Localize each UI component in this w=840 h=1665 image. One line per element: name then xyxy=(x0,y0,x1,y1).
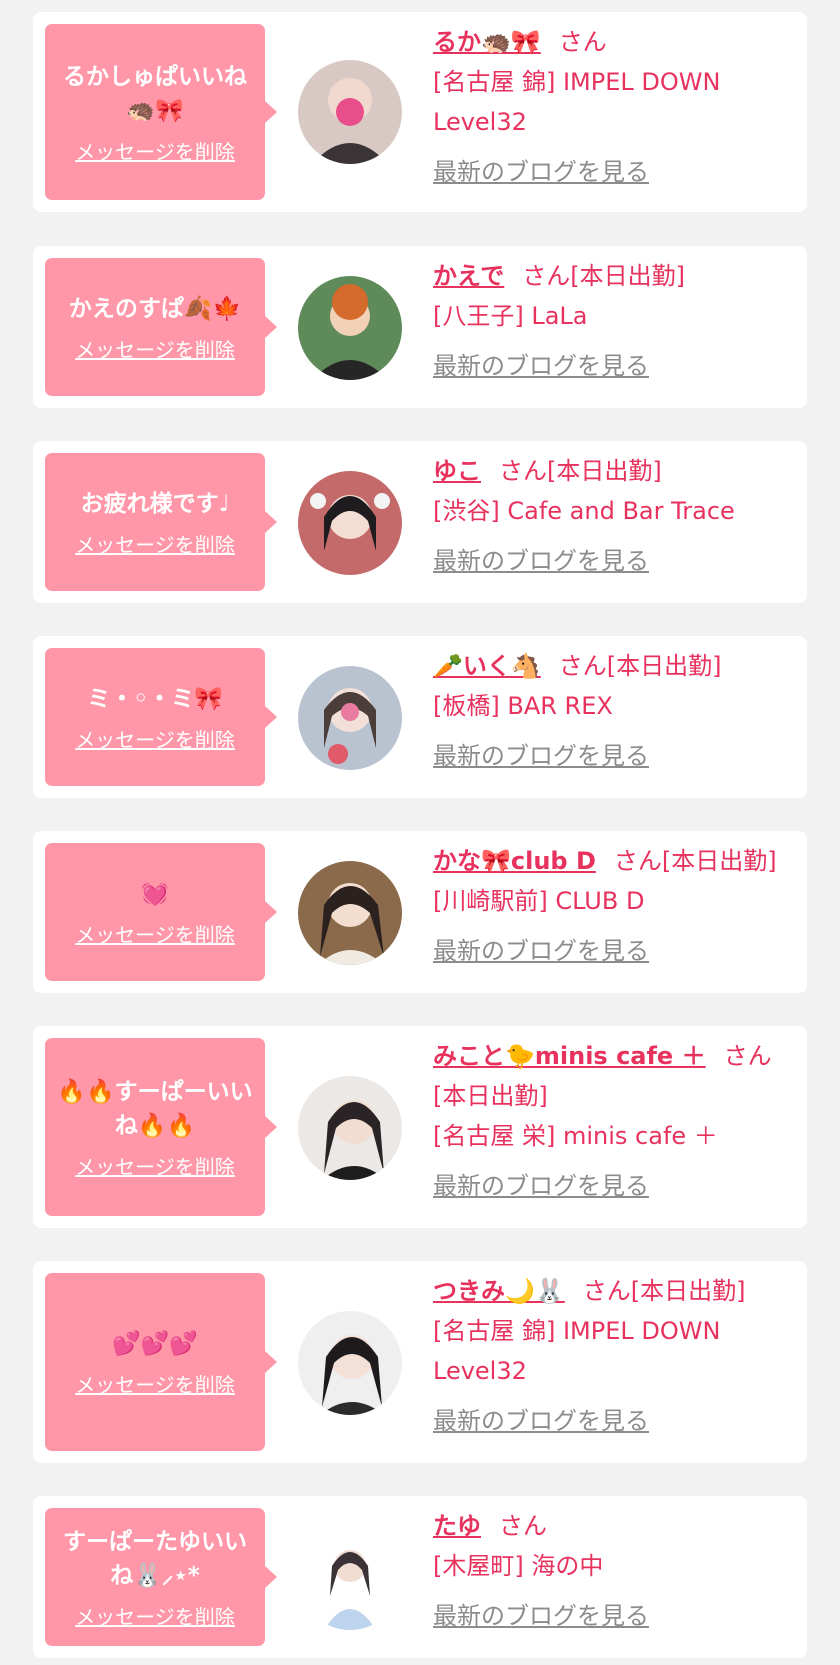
shop-name: [渋谷] Cafe and Bar Trace xyxy=(433,497,735,525)
message-bubble: るかしゅぱいいね🦔🎀 メッセージを削除 xyxy=(45,24,277,200)
message-card: るかしゅぱいいね🦔🎀 メッセージを削除 るか🦔🎀 さん [名古屋 錦] IMPEL… xyxy=(33,12,807,212)
name-suffix: さん[本日出勤] xyxy=(558,652,722,680)
cast-name-link[interactable]: みこと🐤minis cafe ＋ xyxy=(433,1042,706,1070)
message-text: お疲れ様です♩ xyxy=(80,490,230,517)
message-text: 💕💕💕 xyxy=(112,1330,198,1357)
message-text: 💓 xyxy=(140,880,170,907)
message-card: すーぱーたゆいいね🐰⸝⋆* メッセージを削除 たゆ さん [木屋町] 海の中 最新… xyxy=(33,1496,807,1658)
message-bubble: 💓 メッセージを削除 xyxy=(45,843,277,981)
view-blog-link[interactable]: 最新のブログを見る xyxy=(433,1401,797,1441)
entry-info: つきみ🌙🐰 さん[本日出勤] [名古屋 錦] IMPEL DOWN Level32… xyxy=(433,1271,797,1441)
delete-message-link[interactable]: メッセージを削除 xyxy=(75,1369,235,1398)
avatar[interactable] xyxy=(298,1526,402,1630)
entry-info: 🥕いく🐴 さん[本日出勤] [板橋] BAR REX 最新のブログを見る xyxy=(433,646,797,776)
name-suffix: さん[本日出勤] xyxy=(499,457,662,485)
avatar[interactable] xyxy=(298,1076,402,1180)
view-blog-link[interactable]: 最新のブログを見る xyxy=(433,1166,797,1206)
avatar[interactable] xyxy=(298,861,402,965)
message-text: かえのすぱ🍂🍁 xyxy=(68,295,242,322)
view-blog-link[interactable]: 最新のブログを見る xyxy=(433,736,797,776)
view-blog-link[interactable]: 最新のブログを見る xyxy=(433,541,797,581)
shop-name: [名古屋 錦] IMPEL DOWN Level32 xyxy=(433,1317,721,1385)
delete-message-link[interactable]: メッセージを削除 xyxy=(75,1601,235,1630)
message-list: るかしゅぱいいね🦔🎀 メッセージを削除 るか🦔🎀 さん [名古屋 錦] IMPEL… xyxy=(0,0,840,1665)
entry-info: みこと🐤minis cafe ＋さん[本日出勤] [名古屋 栄] minis c… xyxy=(433,1036,797,1206)
avatar[interactable] xyxy=(298,60,402,164)
cast-name-link[interactable]: 🥕いく🐴 xyxy=(433,652,541,680)
shop-name: [八王子] LaLa xyxy=(433,302,588,330)
message-card: 💓 メッセージを削除 かな🎀club D さん[本日出勤] [川崎駅前] CLUB… xyxy=(33,831,807,993)
entry-info: かな🎀club D さん[本日出勤] [川崎駅前] CLUB D 最新のブログを見… xyxy=(433,841,797,971)
avatar[interactable] xyxy=(298,276,402,380)
cast-name-link[interactable]: ゆこ xyxy=(433,457,481,485)
name-suffix: さん[本日出勤] xyxy=(522,262,686,290)
shop-name: [板橋] BAR REX xyxy=(433,692,613,720)
name-suffix: さん[本日出勤] xyxy=(613,847,777,875)
avatar[interactable] xyxy=(298,1311,402,1415)
view-blog-link[interactable]: 最新のブログを見る xyxy=(433,931,797,971)
cast-name-link[interactable]: たゆ xyxy=(433,1512,481,1540)
cast-name-link[interactable]: かな🎀club D xyxy=(433,847,596,875)
view-blog-link[interactable]: 最新のブログを見る xyxy=(433,346,797,386)
message-bubble: ミ・◦・ミ🎀 メッセージを削除 xyxy=(45,648,277,786)
entry-info: るか🦔🎀 さん [名古屋 錦] IMPEL DOWN Level32 最新のブログ… xyxy=(433,22,797,192)
shop-name: [名古屋 錦] IMPEL DOWN Level32 xyxy=(433,68,721,136)
delete-message-link[interactable]: メッセージを削除 xyxy=(75,529,235,558)
message-card: ミ・◦・ミ🎀 メッセージを削除 🥕いく🐴 さん[本日出勤] [板橋] BAR RE… xyxy=(33,636,807,798)
message-bubble: お疲れ様です♩ メッセージを削除 xyxy=(45,453,277,591)
delete-message-link[interactable]: メッセージを削除 xyxy=(75,136,235,165)
message-card: かえのすぱ🍂🍁 メッセージを削除 かえで さん[本日出勤] [八王子] LaLa … xyxy=(33,246,807,408)
message-card: お疲れ様です♩ メッセージを削除 ゆこ さん[本日出勤] [渋谷] Cafe an… xyxy=(33,441,807,603)
delete-message-link[interactable]: メッセージを削除 xyxy=(75,1151,235,1180)
message-card: 💕💕💕 メッセージを削除 つきみ🌙🐰 さん[本日出勤] [名古屋 錦] IMPEL… xyxy=(33,1261,807,1463)
view-blog-link[interactable]: 最新のブログを見る xyxy=(433,152,797,192)
cast-name-link[interactable]: るか🦔🎀 xyxy=(433,28,541,56)
message-bubble: 💕💕💕 メッセージを削除 xyxy=(45,1273,277,1451)
cast-name-link[interactable]: つきみ🌙🐰 xyxy=(433,1277,565,1305)
avatar[interactable] xyxy=(298,666,402,770)
shop-name: [名古屋 栄] minis cafe ＋ xyxy=(433,1122,718,1150)
delete-message-link[interactable]: メッセージを削除 xyxy=(75,724,235,753)
shop-name: [木屋町] 海の中 xyxy=(433,1552,604,1580)
name-suffix: さん xyxy=(499,1512,547,1540)
entry-info: たゆ さん [木屋町] 海の中 最新のブログを見る xyxy=(433,1506,797,1636)
avatar[interactable] xyxy=(298,471,402,575)
message-text: ミ・◦・ミ🎀 xyxy=(87,685,223,712)
message-bubble: 🔥🔥すーぱーいいね🔥🔥 メッセージを削除 xyxy=(45,1038,277,1216)
message-bubble: かえのすぱ🍂🍁 メッセージを削除 xyxy=(45,258,277,396)
message-text: すーぱーたゆいいね🐰⸝⋆* xyxy=(63,1528,247,1589)
entry-info: かえで さん[本日出勤] [八王子] LaLa 最新のブログを見る xyxy=(433,256,797,386)
message-text: 🔥🔥すーぱーいいね🔥🔥 xyxy=(57,1078,253,1139)
cast-name-link[interactable]: かえで xyxy=(433,262,504,290)
name-suffix: さん[本日出勤] xyxy=(582,1277,746,1305)
delete-message-link[interactable]: メッセージを削除 xyxy=(75,334,235,363)
view-blog-link[interactable]: 最新のブログを見る xyxy=(433,1596,797,1636)
name-suffix: さん xyxy=(558,28,607,56)
delete-message-link[interactable]: メッセージを削除 xyxy=(75,919,235,948)
message-text: るかしゅぱいいね🦔🎀 xyxy=(63,63,247,124)
message-bubble: すーぱーたゆいいね🐰⸝⋆* メッセージを削除 xyxy=(45,1508,277,1646)
entry-info: ゆこ さん[本日出勤] [渋谷] Cafe and Bar Trace 最新のブロ… xyxy=(433,451,797,581)
shop-name: [川崎駅前] CLUB D xyxy=(433,887,645,915)
message-card: 🔥🔥すーぱーいいね🔥🔥 メッセージを削除 みこと🐤minis cafe ＋さん[… xyxy=(33,1026,807,1228)
